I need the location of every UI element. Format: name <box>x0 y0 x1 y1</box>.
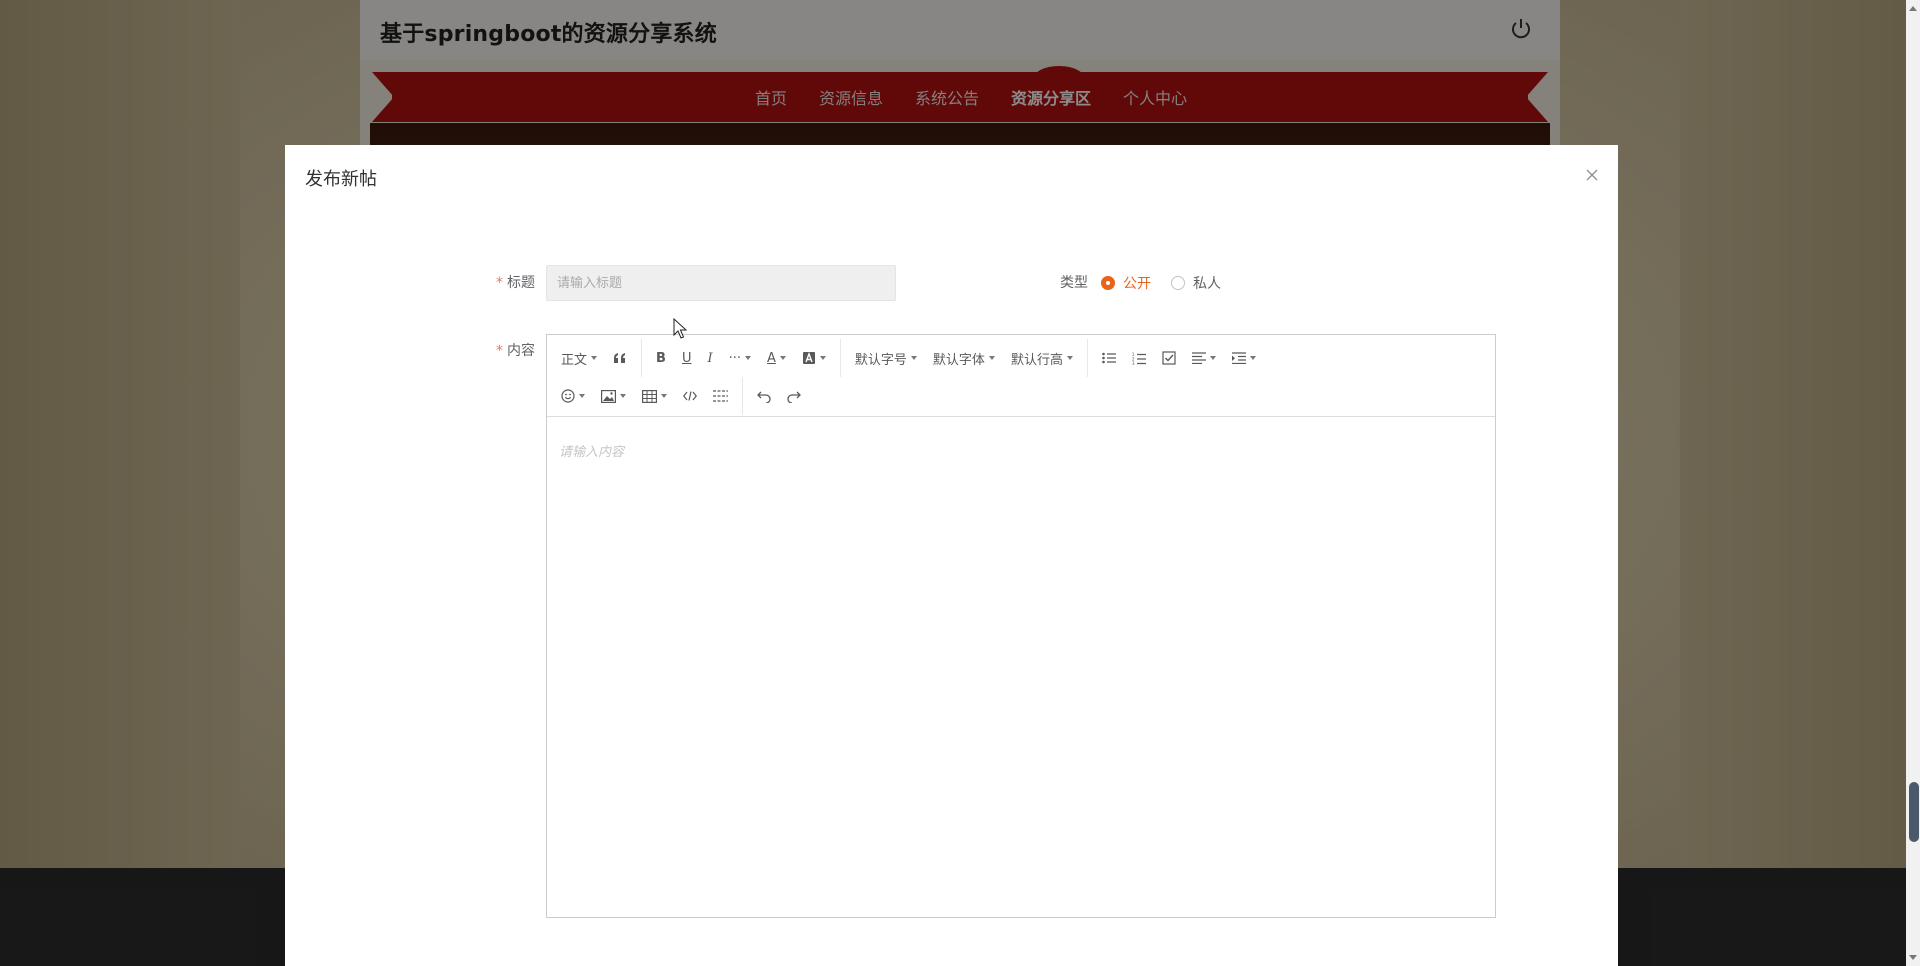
scroll-thumb[interactable] <box>1909 782 1919 842</box>
undo-icon[interactable] <box>749 381 779 411</box>
background-color-icon[interactable] <box>794 343 834 373</box>
dialog-title: 发布新帖 <box>305 169 377 190</box>
indent-icon[interactable] <box>1224 343 1264 373</box>
type-label: 类型 <box>1060 275 1088 291</box>
image-icon[interactable] <box>593 381 634 411</box>
align-icon[interactable] <box>1184 343 1224 373</box>
radio-private[interactable]: 私人 <box>1171 273 1221 293</box>
code-icon[interactable] <box>675 381 705 411</box>
close-icon[interactable] <box>1584 167 1600 183</box>
divider-line-icon[interactable] <box>705 381 736 411</box>
content-label: * 内容 <box>496 343 535 359</box>
mouse-cursor-icon <box>673 317 688 340</box>
title-label: * 标题 <box>496 275 535 291</box>
rich-text-editor: 正文 B U I ··· A 默认字号 默认字体 默认行高 1 2 3 请输入内… <box>546 334 1496 918</box>
redo-icon[interactable] <box>779 381 809 411</box>
font-size-select[interactable]: 默认字号 <box>847 343 925 373</box>
radio-public[interactable]: 公开 <box>1101 273 1151 293</box>
editor-toolbar: 正文 B U I ··· A 默认字号 默认字体 默认行高 1 2 3 <box>547 335 1495 417</box>
quote-icon[interactable] <box>605 343 635 373</box>
underline-icon[interactable]: U <box>674 343 700 373</box>
title-input[interactable] <box>546 265 896 301</box>
table-icon[interactable] <box>634 381 675 411</box>
scroll-up-icon[interactable] <box>1909 6 1917 11</box>
required-mark: * <box>496 275 503 291</box>
radio-dot <box>1171 276 1185 290</box>
more-text-style-icon[interactable]: ··· <box>721 343 759 373</box>
type-radio-group: 公开 私人 <box>1101 273 1241 293</box>
svg-text:3: 3 <box>1132 361 1135 365</box>
line-height-select[interactable]: 默认行高 <box>1003 343 1081 373</box>
bulleted-list-icon[interactable] <box>1094 343 1124 373</box>
italic-icon[interactable]: I <box>699 343 720 373</box>
bold-icon[interactable]: B <box>648 343 674 373</box>
radio-dot <box>1101 276 1115 290</box>
emoji-icon[interactable] <box>553 381 593 411</box>
editor-placeholder: 请输入内容 <box>559 445 625 460</box>
editor-content-area[interactable]: 请输入内容 <box>547 417 1495 917</box>
numbered-list-icon[interactable]: 123 <box>1124 343 1154 373</box>
todo-checkbox-icon[interactable] <box>1154 343 1184 373</box>
font-family-select[interactable]: 默认字体 <box>925 343 1003 373</box>
required-mark: * <box>496 343 503 359</box>
new-post-dialog: 发布新帖 *标题 类型 公开 私人 *内容 正文 B <box>285 145 1618 966</box>
heading-select[interactable]: 正文 <box>553 343 605 373</box>
scroll-down-icon[interactable] <box>1909 955 1917 960</box>
font-color-icon[interactable]: A <box>759 343 794 373</box>
page-scrollbar[interactable] <box>1906 0 1920 966</box>
